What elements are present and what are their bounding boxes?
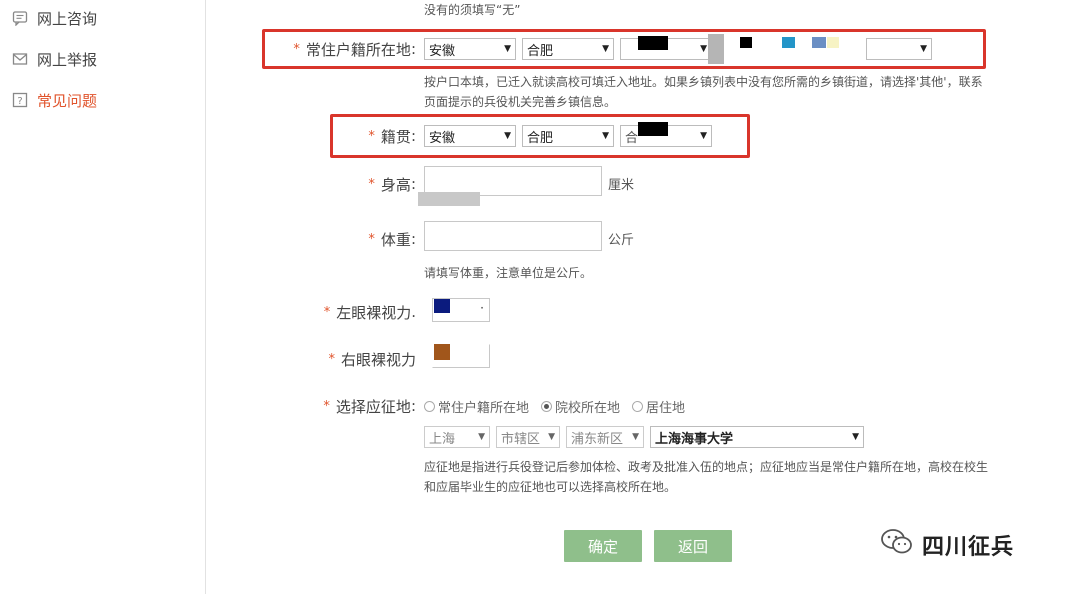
residence-hint: 按户口本填，已迁入就读高校可填迁入地址。如果乡镇列表中没有您所需的乡镇街道，请选…	[424, 75, 983, 109]
sidebar-item-label: 网上咨询	[37, 9, 98, 28]
top-hint: 没有的须填写“无”	[424, 3, 521, 17]
left-eye-label: * 左眼裸视力 .	[323, 303, 416, 322]
redaction-mark	[827, 37, 839, 48]
redaction-mark	[434, 344, 450, 360]
enlist-place-label: * 选择应征地 :	[323, 397, 416, 416]
radio-school[interactable]	[541, 401, 553, 412]
sidebar-item-online-consult[interactable]: 网上咨询	[12, 6, 97, 30]
enlist-province-select[interactable]: 上海 ▼	[424, 426, 490, 448]
native-city-select[interactable]: 合肥 ▼	[522, 125, 614, 147]
sidebar-item-online-report[interactable]: 网上举报	[12, 47, 97, 71]
redaction-mark	[638, 36, 668, 50]
radio-residence[interactable]	[424, 401, 435, 412]
residence-town-select[interactable]: ▼	[866, 38, 932, 60]
question-icon: ?	[12, 92, 28, 108]
enlist-school-select[interactable]: 上海海事大学 ▼	[650, 426, 864, 448]
redaction-mark	[638, 122, 668, 136]
enlist-place-radio-group: 常住户籍所在地 院校所在地 居住地	[424, 397, 697, 416]
height-unit: 厘米	[608, 178, 635, 193]
sidebar: 网上咨询 网上举报 ? 常见问题	[0, 0, 206, 594]
right-eye-label: * 右眼裸视力	[328, 350, 416, 369]
sidebar-item-faq[interactable]: ? 常见问题	[12, 88, 97, 112]
residence-city-select[interactable]: 合肥 ▼	[522, 38, 614, 60]
redaction-mark	[812, 37, 826, 48]
enlist-district-select[interactable]: 市辖区 ▼	[496, 426, 560, 448]
form-area: 没有的须填写“无” * 常住户籍所在地 : 安徽 ▼ 合肥 ▼ ▼ ▼ 按户口本填，…	[206, 0, 1080, 594]
redaction-mark	[434, 299, 450, 313]
sidebar-item-label: 网上举报	[37, 50, 98, 69]
chat-icon	[12, 10, 28, 26]
native-province-select[interactable]: 安徽 ▼	[424, 125, 516, 147]
radio-living-place[interactable]	[632, 401, 644, 412]
native-place-label: * 籍贯 :	[368, 127, 416, 146]
residence-province-select[interactable]: 安徽 ▼	[424, 38, 516, 60]
weight-label: * 体重 :	[368, 230, 416, 249]
redaction-mark	[740, 37, 752, 48]
sidebar-item-label: 常见问题	[37, 91, 98, 110]
watermark: 四川征兵	[880, 528, 1014, 562]
confirm-button[interactable]: 确定	[564, 530, 642, 562]
enlist-county-select[interactable]: 浦东新区 ▼	[566, 426, 644, 448]
enlist-place-hint: 应征地是指进行兵役登记后参加体检、政考及批准入伍的地点；应征地应当是常住户籍所在…	[424, 460, 989, 494]
residence-label: * 常住户籍所在地 :	[293, 40, 416, 59]
height-label: * 身高 :	[368, 175, 416, 194]
wechat-icon	[880, 528, 914, 562]
redaction-mark	[418, 192, 480, 206]
redaction-mark	[782, 37, 795, 48]
svg-text:?: ?	[17, 96, 22, 107]
weight-hint: 请填写体重，注意单位是公斤。	[424, 266, 593, 280]
redaction-mark	[708, 34, 724, 64]
weight-input[interactable]	[424, 221, 602, 251]
mail-icon	[12, 51, 28, 67]
weight-unit: 公斤	[608, 233, 635, 248]
back-button[interactable]: 返回	[654, 530, 732, 562]
